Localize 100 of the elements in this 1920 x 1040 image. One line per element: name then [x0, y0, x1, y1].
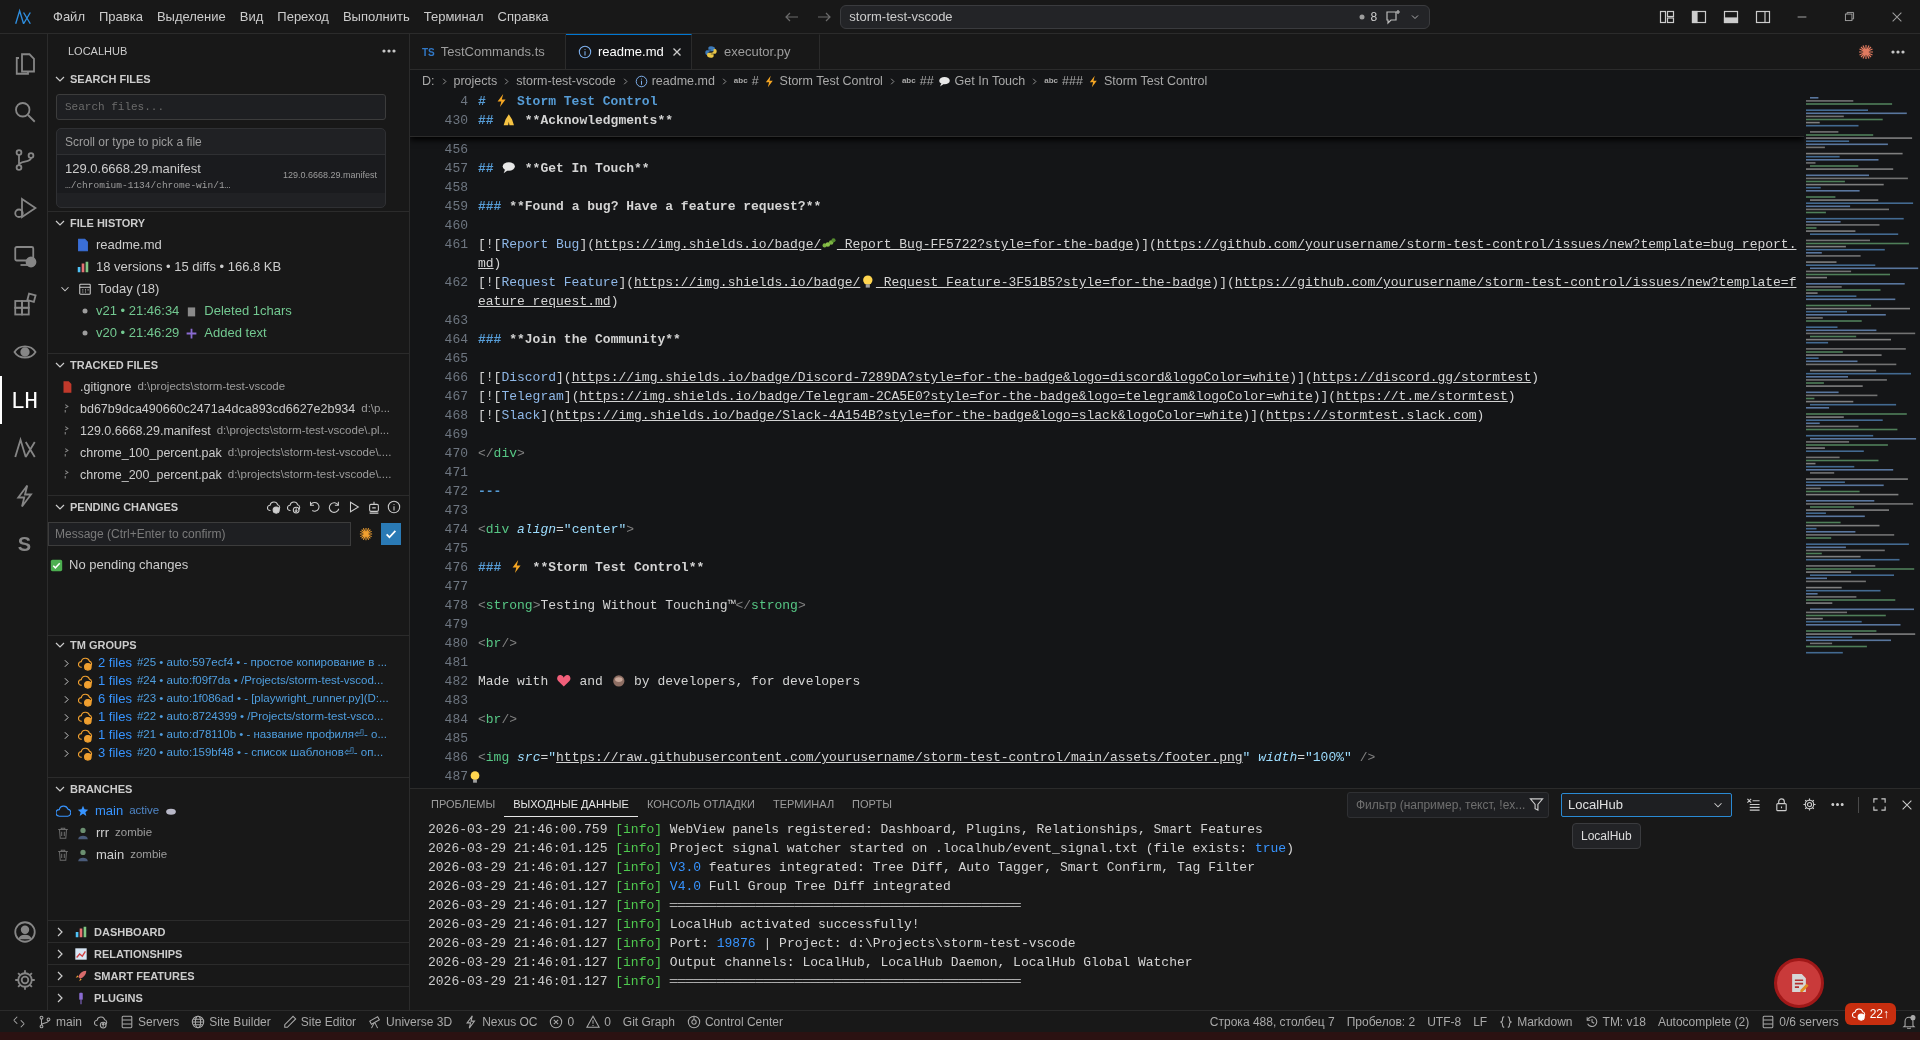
tracked-file-row[interactable]: bd67b9dca490660c2471a4dca893cd6627e2b934 d:\p... [48, 398, 409, 420]
settings-icon[interactable] [12, 968, 37, 992]
maximize-icon[interactable] [1872, 797, 1887, 812]
status-item[interactable]: Site Builder [209, 1012, 271, 1031]
status-item[interactable]: Nexus OC [482, 1012, 538, 1031]
panel-tab[interactable]: ТЕРМИНАЛ [764, 791, 844, 818]
play-icon[interactable] [347, 500, 361, 514]
tracked-file-row[interactable]: chrome_100_percent.pak d:\projects\storm-test-vscode\.... [48, 442, 409, 464]
undo-icon[interactable] [307, 500, 321, 514]
section-header[interactable]: RELATIONSHIPS [94, 945, 183, 963]
branch-row[interactable]: rrr zombie [48, 822, 409, 844]
status-item[interactable]: Строка 488, столбец 7 [1203, 1010, 1341, 1033]
status-item[interactable]: UTF-8 [1421, 1010, 1468, 1033]
breadcrumb-item[interactable]: projects [453, 71, 498, 91]
menu-item[interactable]: Выделение [149, 4, 233, 29]
remote-explorer-icon[interactable] [12, 244, 37, 268]
status-item[interactable]: LF [1467, 1010, 1494, 1033]
status-item[interactable]: 0 [604, 1012, 611, 1031]
breadcrumb-item[interactable]: D: [422, 71, 435, 91]
section-header[interactable]: SMART FEATURES [94, 967, 195, 985]
panel-tab[interactable]: ВЫХОДНЫЕ ДАННЫЕ [504, 791, 638, 818]
chat-icon[interactable] [1385, 8, 1402, 25]
status-item[interactable]: Control Center [704, 1012, 783, 1031]
tm-group-row[interactable]: 6 files #23 • auto:1f086ad • - [playwright_runner.py](D:... [48, 690, 409, 708]
panel-tab[interactable]: ПРОБЛЕМЫ [422, 791, 505, 818]
section-header[interactable]: DASHBOARD [94, 923, 166, 941]
refresh-icon[interactable] [327, 500, 341, 514]
breadcrumb-item[interactable]: Get In Touch [954, 71, 1026, 91]
version-label[interactable]: v21 • 21:46:34 [96, 301, 180, 321]
command-center[interactable]: storm-test-vscode 8 [840, 4, 1431, 29]
status-item[interactable]: 0 [567, 1012, 575, 1031]
status-item[interactable]: 0/6 servers [1779, 1012, 1839, 1031]
remote-icon[interactable] [12, 1014, 26, 1029]
tm-group-row[interactable]: 3 files #20 • auto:159bf48 • - список шаблонов⏎- оп... [48, 744, 409, 762]
status-item[interactable]: Universe 3D [386, 1012, 453, 1031]
account-icon[interactable] [12, 920, 37, 944]
lock-icon[interactable] [1774, 797, 1789, 812]
editor-tab[interactable]: readme.md [566, 34, 692, 69]
search-icon[interactable] [12, 100, 37, 124]
panel-tab[interactable]: КОНСОЛЬ ОТЛАДКИ [637, 791, 764, 818]
version-label[interactable]: v20 • 21:46:29 [96, 323, 180, 343]
menu-item[interactable]: Правка [91, 4, 150, 29]
activity-bar-item[interactable]: S [0, 520, 48, 568]
section-header[interactable]: PENDING CHANGES [70, 498, 179, 516]
file-result[interactable]: 129.0.6668.29.manifest …/chromium-1134/chrome-win/1… 129.0.6668.29.manifest [57, 155, 385, 193]
channel-dropdown[interactable]: LocalHub [1561, 792, 1732, 817]
tracked-file-row[interactable]: 129.0.6668.29.manifest d:\projects\storm-test-vscode\.pl... [48, 420, 409, 442]
bell-icon[interactable] [1902, 1014, 1916, 1029]
confirm-button[interactable] [381, 523, 401, 545]
logo-icon[interactable] [12, 436, 37, 460]
tm-group-row[interactable]: 2 files #25 • auto:597ecf4 • - простое копирование в ... [48, 654, 409, 672]
restore-icon[interactable] [1843, 10, 1856, 23]
secondary-sidebar-icon[interactable] [1755, 8, 1771, 25]
breadcrumb-item[interactable]: Storm Test Control [1103, 71, 1208, 91]
tm-group-row[interactable]: 1 files #24 • auto:f09f7da • /Projects/storm-test-vscod... [48, 672, 409, 690]
search-field[interactable]: Search files... [56, 94, 386, 120]
menu-item[interactable]: Переход [270, 4, 336, 29]
status-item[interactable]: main [56, 1012, 82, 1031]
section-header[interactable]: BRANCHES [70, 780, 133, 798]
menu-item[interactable]: Терминал [416, 4, 491, 29]
minimap-drawing[interactable] [1804, 97, 1920, 657]
section-header[interactable]: SEARCH FILES [70, 70, 151, 88]
section-header[interactable]: PLUGINS [94, 989, 143, 1007]
extensions-icon[interactable] [12, 292, 37, 316]
status-item[interactable]: Autocomplete (2) [1651, 1010, 1756, 1033]
breadcrumb-item[interactable]: storm-test-vscode [516, 71, 616, 91]
sparkle-icon[interactable] [1858, 43, 1874, 60]
sparkle-icon[interactable] [359, 527, 373, 541]
status-item[interactable]: Git Graph [616, 1010, 681, 1033]
status-item[interactable]: Site Editor [300, 1012, 357, 1031]
status-item[interactable]: Servers [138, 1012, 180, 1031]
menu-item[interactable]: Справка [490, 4, 556, 29]
history-group[interactable]: Today (18) [98, 279, 160, 299]
tracked-file-row[interactable]: .gitignore d:\projects\storm-test-vscode [48, 376, 409, 398]
status-item[interactable]: Markdown [1517, 1012, 1573, 1031]
clear-output-icon[interactable] [1746, 797, 1761, 812]
status-item[interactable]: Пробелов: 2 [1340, 1010, 1422, 1033]
tm-group-row[interactable]: 1 files #21 • auto:d78110b • - название профиля⏎- о... [48, 726, 409, 744]
robot-icon[interactable] [367, 500, 381, 514]
tracked-file-row[interactable]: chrome_200_percent.pak d:\projects\storm-test-vscode\.... [48, 464, 409, 486]
cloud-upload-icon[interactable] [267, 500, 281, 514]
layout-icon[interactable] [1659, 8, 1675, 25]
breadcrumb-item[interactable]: Storm Test Control [779, 71, 883, 91]
cloud-upload-icon[interactable] [94, 1014, 108, 1029]
info-icon[interactable] [387, 500, 401, 514]
run-debug-icon[interactable] [12, 196, 37, 220]
sidebar-toggle-icon[interactable] [1691, 8, 1707, 25]
section-header[interactable]: TRACKED FILES [70, 356, 158, 374]
status-item[interactable]: 22↑ [1844, 1002, 1896, 1025]
menu-item[interactable]: Выполнить [335, 4, 417, 29]
branch-row[interactable]: main active [48, 800, 409, 822]
status-item[interactable]: TM: v18 [1602, 1012, 1646, 1031]
menu-item[interactable]: Вид [232, 4, 271, 29]
section-header[interactable]: TM GROUPS [70, 636, 137, 654]
panel-tab[interactable]: ПОРТЫ [843, 791, 901, 818]
panel-toggle-icon[interactable] [1723, 8, 1739, 25]
section-header[interactable]: FILE HISTORY [70, 214, 146, 232]
message-field[interactable]: Message (Ctrl+Enter to confirm) [48, 522, 351, 546]
settings-icon[interactable] [1802, 797, 1817, 812]
lightbulb-icon[interactable] [468, 770, 482, 784]
